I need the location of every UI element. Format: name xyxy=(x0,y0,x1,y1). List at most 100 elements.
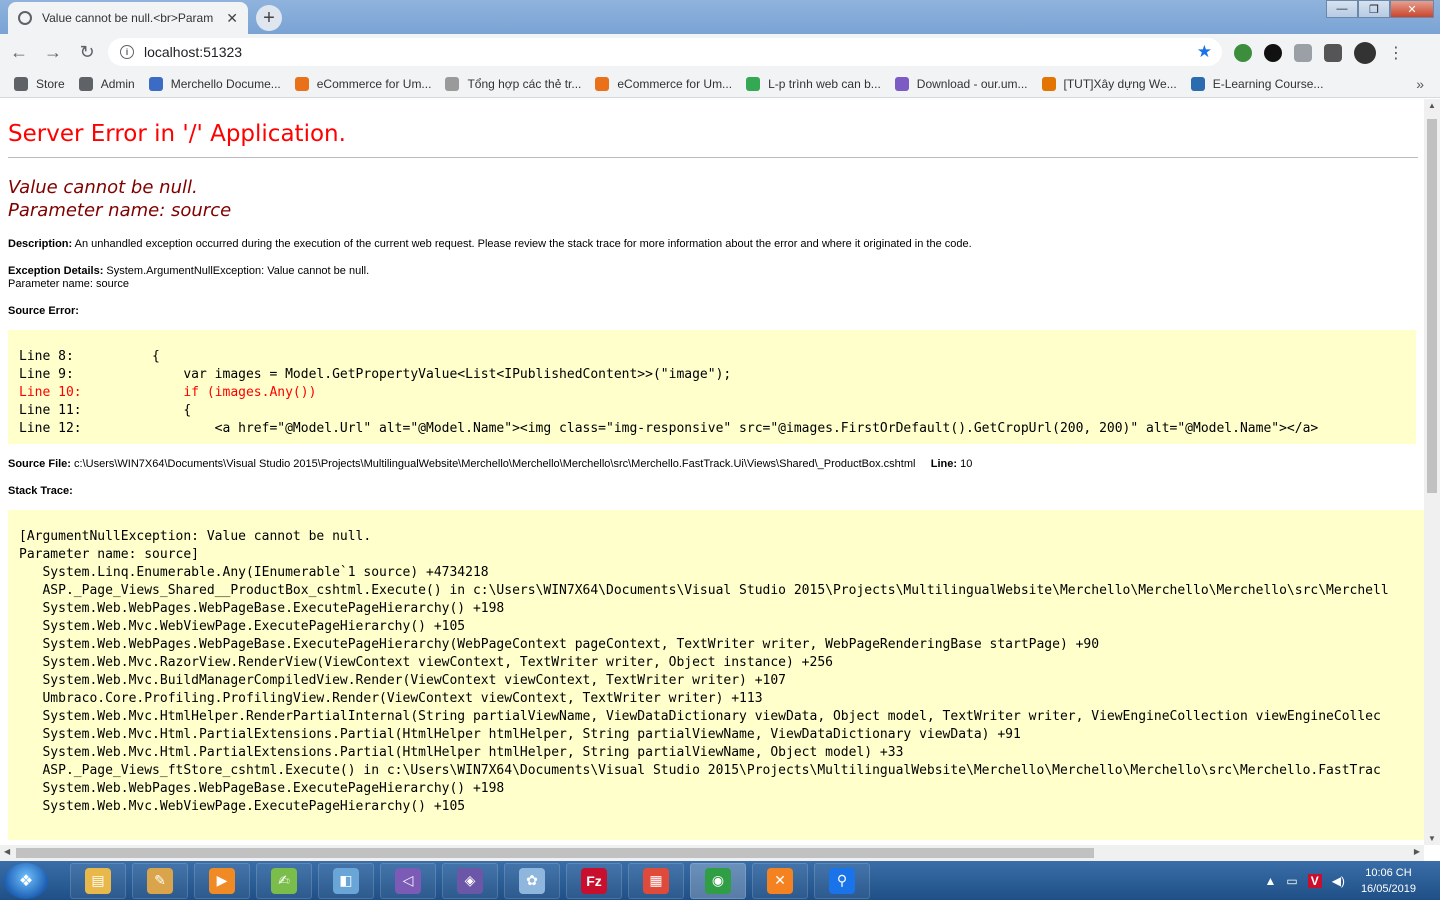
scroll-down-arrow-icon[interactable]: ▼ xyxy=(1428,834,1436,843)
taskbar-button[interactable]: ⚲ xyxy=(814,862,870,899)
scroll-right-arrow-icon[interactable]: ▶ xyxy=(1414,847,1420,856)
bookmark-item[interactable]: eCommerce for Um... xyxy=(595,76,733,91)
forward-button[interactable]: → xyxy=(38,37,68,67)
stack-trace-line: System.Web.Mvc.RazorView.RenderView(View… xyxy=(19,655,833,670)
stack-trace-line: System.Web.WebPages.WebPageBase.ExecuteP… xyxy=(19,781,505,796)
source-line: Line 8: { xyxy=(19,349,160,364)
taskbar-button[interactable]: ◁ xyxy=(380,862,436,899)
volume-icon[interactable]: ◀) xyxy=(1332,874,1345,888)
network-icon[interactable]: ▭ xyxy=(1286,874,1297,888)
bookmark-favicon-icon xyxy=(1041,76,1056,91)
taskbar-button[interactable]: Fz xyxy=(566,862,622,899)
bookmark-label: Store xyxy=(36,76,65,91)
site-info-icon[interactable]: i xyxy=(120,45,134,59)
new-tab-button[interactable]: + xyxy=(256,5,282,31)
taskbar-button[interactable]: ✎ xyxy=(132,862,188,899)
bookmark-favicon-icon xyxy=(14,76,28,91)
vertical-scroll-thumb[interactable] xyxy=(1427,119,1437,493)
chrome-icon: ◉ xyxy=(705,867,731,894)
extension-download-icon[interactable] xyxy=(1324,44,1342,62)
stack-trace-line: System.Web.Mvc.BuildManagerCompiledView.… xyxy=(19,673,787,688)
bookmark-favicon-icon xyxy=(1190,76,1205,91)
bookmark-label: Download - our.um... xyxy=(916,76,1028,91)
taskbar-button[interactable]: ✍ xyxy=(256,862,312,899)
address-bar[interactable]: i localhost:51323 ★ xyxy=(108,38,1222,66)
bookmark-item[interactable]: Admin xyxy=(78,76,135,91)
exception-details: Exception Details: System.ArgumentNullEx… xyxy=(8,265,1416,291)
browser-menu-icon[interactable]: ⋮ xyxy=(1388,43,1404,63)
bookmark-item[interactable]: eCommerce for Um... xyxy=(294,76,432,91)
source-code-box: Line 8: { Line 9: var images = Model.GetP… xyxy=(8,330,1416,444)
horizontal-scrollbar[interactable]: ◀ ▶ xyxy=(0,845,1424,861)
start-button[interactable]: ❖ xyxy=(4,862,48,899)
back-button[interactable]: ← xyxy=(4,37,34,67)
stack-trace-box: [ArgumentNullException: Value cannot be … xyxy=(8,510,1424,840)
bookmark-item[interactable]: E-Learning Course... xyxy=(1190,76,1323,91)
taskbar-button[interactable]: ✕ xyxy=(752,862,808,899)
source-error-heading: Source Error: xyxy=(8,305,1416,318)
maximize-button[interactable]: ❐ xyxy=(1358,0,1390,18)
antivirus-icon[interactable]: V xyxy=(1307,873,1322,888)
taskbar-button[interactable]: ▤ xyxy=(70,862,126,899)
stack-trace-line: ASP._Page_Views_ftStore_cshtml.Execute()… xyxy=(19,763,1381,778)
error-message-line1: Value cannot be null. xyxy=(8,177,198,198)
bookmark-item[interactable]: Merchello Docume... xyxy=(148,76,281,91)
bookmark-item[interactable]: Store xyxy=(14,76,65,91)
bookmark-item[interactable]: Tổng hợp các thẻ tr... xyxy=(445,76,581,91)
taskbar-button[interactable]: ▦ xyxy=(628,862,684,899)
apps-icon: ▦ xyxy=(643,867,669,894)
error-message-line2: Parameter name: source xyxy=(8,200,232,221)
bookmark-star-icon[interactable]: ★ xyxy=(1197,42,1212,62)
tab-close-icon[interactable]: ✕ xyxy=(226,10,238,27)
minimize-button[interactable]: — xyxy=(1326,0,1358,18)
taskbar-button[interactable]: ✿ xyxy=(504,862,560,899)
stack-trace-line: System.Web.Mvc.HtmlHelper.RenderPartialI… xyxy=(19,709,1381,724)
show-hidden-icons-icon[interactable]: ▲ xyxy=(1264,874,1276,888)
description: Description: An unhandled exception occu… xyxy=(8,238,1416,251)
tab-title: Value cannot be null.<br>Param xyxy=(42,11,214,25)
scroll-up-arrow-icon[interactable]: ▲ xyxy=(1428,101,1436,110)
paint-icon: ✿ xyxy=(519,867,545,894)
clock-date: 16/05/2019 xyxy=(1360,882,1416,895)
horizontal-scroll-thumb[interactable] xyxy=(16,848,1094,858)
taskbar-button[interactable]: ◈ xyxy=(442,862,498,899)
bookmarks-overflow-icon[interactable]: » xyxy=(1416,76,1424,92)
line-value: 10 xyxy=(957,458,973,470)
window-controls: — ❐ ✕ xyxy=(1326,0,1434,18)
bookmark-label: Merchello Docume... xyxy=(170,76,281,91)
source-file-label: Source File: xyxy=(8,458,71,470)
bookmark-favicon-icon xyxy=(78,76,93,91)
bookmark-item[interactable]: L-p trình web can b... xyxy=(746,76,881,91)
extension-icons: ⋮ xyxy=(1234,42,1404,64)
reload-button[interactable]: ↻ xyxy=(72,37,102,67)
bookmark-item[interactable]: Download - our.um... xyxy=(894,76,1028,91)
browser-tab-active[interactable]: Value cannot be null.<br>Param ✕ xyxy=(8,2,248,34)
scroll-left-arrow-icon[interactable]: ◀ xyxy=(4,847,10,856)
visual-studio-2-icon: ◈ xyxy=(457,867,483,894)
source-line: Line 9: var images = Model.GetPropertyVa… xyxy=(19,367,732,382)
exception-label: Exception Details: xyxy=(8,265,104,277)
extension-1password-icon[interactable] xyxy=(1264,44,1282,62)
taskbar-button[interactable]: ▶ xyxy=(194,862,250,899)
vertical-scrollbar[interactable]: ▲ ▼ xyxy=(1424,99,1440,845)
bookmark-favicon-icon xyxy=(595,76,610,91)
stack-trace-line: System.Web.WebPages.WebPageBase.ExecuteP… xyxy=(19,601,505,616)
taskbar-button[interactable]: ◉ xyxy=(690,862,746,899)
clock[interactable]: 10:06 CH 16/05/2019 xyxy=(1361,865,1416,897)
url-text[interactable]: localhost:51323 xyxy=(144,44,242,60)
bookmark-label: eCommerce for Um... xyxy=(316,76,432,91)
bookmark-label: [TUT]Xây dựng We... xyxy=(1063,76,1177,91)
extension-globe-icon[interactable] xyxy=(1234,44,1252,62)
source-line: Line 12: <a href="@Model.Url" alt="@Mode… xyxy=(19,421,1319,436)
profile-avatar[interactable] xyxy=(1354,42,1376,64)
file-explorer-icon: ▤ xyxy=(85,867,111,894)
taskbar-button[interactable]: ◧ xyxy=(318,862,374,899)
globe-icon xyxy=(18,11,32,25)
bookmark-label: eCommerce for Um... xyxy=(617,76,733,91)
bookmark-item[interactable]: [TUT]Xây dựng We... xyxy=(1041,76,1177,91)
bookmark-favicon-icon xyxy=(294,76,309,91)
extension-user-icon[interactable] xyxy=(1294,44,1312,62)
close-window-button[interactable]: ✕ xyxy=(1390,0,1434,18)
bookmark-label: L-p trình web can b... xyxy=(768,76,881,91)
maps-pin-icon: ⚲ xyxy=(829,867,855,894)
